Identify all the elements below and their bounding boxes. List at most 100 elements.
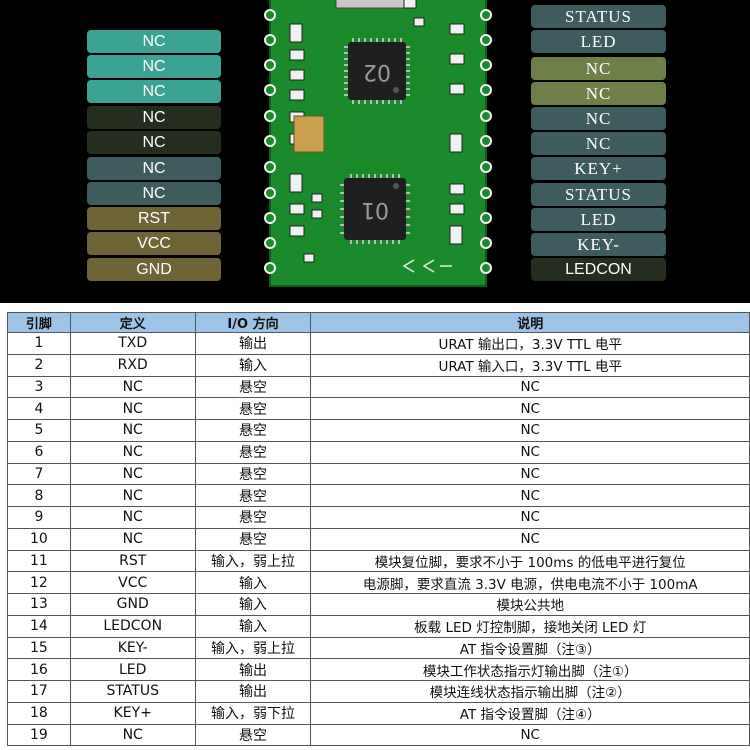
definition-cell: NC: [69, 506, 196, 529]
pin-number-cell: 8: [7, 484, 71, 507]
description-cell: URAT 输入口，3.3V TTL 电平: [310, 353, 750, 377]
header-description: 说明: [310, 312, 750, 333]
module-diagram: NC NC NC NC NC NC NC RST VCC GND STATUS LED NC NC NC N…: [0, 0, 750, 303]
left-pin-label: NC: [87, 30, 221, 53]
right-pin-label: LEDCON: [531, 258, 666, 281]
table-row: 17 STATUS 输出 模块连线状态指示输出脚（注②）: [7, 680, 750, 703]
description-cell: NC: [310, 723, 750, 747]
description-cell: AT 指令设置脚（注③）: [310, 636, 750, 660]
definition-cell: GND: [69, 593, 196, 616]
io-direction-cell: 悬空: [194, 506, 312, 529]
pin-number-cell: 15: [7, 636, 71, 660]
header-pin: 引脚: [7, 312, 71, 333]
pin-definition-table: 引脚 定义 I/O 方向 说明 1 TXD 输出 URAT 输出口，3.3V TTL …: [7, 312, 750, 747]
right-pin-label: NC: [531, 82, 666, 105]
right-pin-label: LED: [531, 208, 666, 231]
left-pin-label: NC: [87, 55, 221, 78]
right-pin-label: KEY-: [531, 233, 666, 256]
definition-cell: NC: [69, 484, 196, 507]
definition-cell: KEY-: [69, 636, 196, 660]
bluetooth-module-pcb: 02 01: [264, 0, 492, 287]
table-row: 4 NC 悬空 NC: [7, 397, 750, 420]
io-direction-cell: 输入: [194, 593, 312, 616]
pin-number-cell: 12: [7, 571, 71, 594]
definition-cell: LED: [69, 658, 196, 681]
table-row: 1 TXD 输出 URAT 输出口，3.3V TTL 电平: [7, 332, 750, 355]
io-direction-cell: 悬空: [194, 723, 312, 747]
left-pin-label: VCC: [87, 232, 221, 255]
io-direction-cell: 悬空: [194, 440, 312, 464]
io-direction-cell: 悬空: [194, 375, 312, 399]
pin-number-cell: 1: [7, 332, 71, 355]
pin-number-cell: 17: [7, 680, 71, 703]
right-pin-label: LED: [531, 30, 666, 53]
table-row: 6 NC 悬空 NC: [7, 440, 750, 464]
io-direction-cell: 输入: [194, 571, 312, 594]
description-cell: NC: [310, 484, 750, 507]
pin-number-cell: 9: [7, 506, 71, 529]
left-pin-label: NC: [87, 106, 221, 129]
description-cell: 模块复位脚，要求不小于 100ms 的低电平进行复位: [310, 549, 750, 573]
table-header-row: 引脚 定义 I/O 方向 说明: [7, 312, 750, 333]
definition-cell: RXD: [69, 353, 196, 377]
left-pin-label: GND: [87, 258, 221, 281]
definition-cell: NC: [69, 397, 196, 420]
left-pin-label: NC: [87, 157, 221, 180]
description-cell: NC: [310, 440, 750, 464]
table-row: 11 RST 输入，弱上拉 模块复位脚，要求不小于 100ms 的低电平进行复位: [7, 549, 750, 573]
right-pin-label: STATUS: [531, 183, 666, 206]
table-row: 15 KEY- 输入，弱上拉 AT 指令设置脚（注③）: [7, 636, 750, 660]
description-cell: NC: [310, 506, 750, 529]
description-cell: 板载 LED 灯控制脚，接地关闭 LED 灯: [310, 614, 750, 638]
table-row: 7 NC 悬空 NC: [7, 462, 750, 486]
io-direction-cell: 输出: [194, 658, 312, 681]
description-cell: NC: [310, 419, 750, 442]
right-pin-label: NC: [531, 57, 666, 80]
io-direction-cell: 悬空: [194, 397, 312, 420]
left-pin-label: NC: [87, 182, 221, 205]
io-direction-cell: 输入，弱上拉: [194, 549, 312, 573]
pin-number-cell: 16: [7, 658, 71, 681]
io-direction-cell: 输出: [194, 332, 312, 355]
pin-number-cell: 2: [7, 353, 71, 377]
table-row: 2 RXD 输入 URAT 输入口，3.3V TTL 电平: [7, 353, 750, 377]
table-row: 14 LEDCON 输入 板载 LED 灯控制脚，接地关闭 LED 灯: [7, 614, 750, 638]
description-cell: 模块连线状态指示输出脚（注②）: [310, 680, 750, 703]
io-direction-cell: 悬空: [194, 527, 312, 551]
pin-number-cell: 11: [7, 549, 71, 573]
io-direction-cell: 输入，弱下拉: [194, 701, 312, 725]
definition-cell: NC: [69, 527, 196, 551]
left-pin-label: NC: [87, 80, 221, 103]
right-pin-label: KEY+: [531, 157, 666, 180]
definition-cell: NC: [69, 375, 196, 399]
header-io-direction: I/O 方向: [194, 312, 312, 333]
right-pin-label: STATUS: [531, 5, 666, 28]
definition-cell: NC: [69, 440, 196, 464]
description-cell: 电源脚，要求直流 3.3V 电源，供电电流不小于 100mA: [310, 571, 750, 594]
left-pin-label: NC: [87, 131, 221, 154]
description-cell: URAT 输出口，3.3V TTL 电平: [310, 332, 750, 355]
chip-02: 02: [344, 38, 410, 104]
description-cell: AT 指令设置脚（注④）: [310, 701, 750, 725]
pin-number-cell: 6: [7, 440, 71, 464]
header-definition: 定义: [69, 312, 196, 333]
description-cell: NC: [310, 375, 750, 399]
io-direction-cell: 悬空: [194, 484, 312, 507]
right-pin-label: NC: [531, 107, 666, 130]
description-cell: NC: [310, 527, 750, 551]
description-cell: NC: [310, 462, 750, 486]
io-direction-cell: 悬空: [194, 462, 312, 486]
definition-cell: NC: [69, 462, 196, 486]
definition-cell: TXD: [69, 332, 196, 355]
io-direction-cell: 输入，弱上拉: [194, 636, 312, 660]
table-row: 13 GND 输入 模块公共地: [7, 593, 750, 616]
pin-number-cell: 5: [7, 419, 71, 442]
definition-cell: RST: [69, 549, 196, 573]
description-cell: NC: [310, 397, 750, 420]
definition-cell: LEDCON: [69, 614, 196, 638]
definition-cell: KEY+: [69, 701, 196, 725]
table-row: 16 LED 输出 模块工作状态指示灯输出脚（注①）: [7, 658, 750, 681]
chip-01: 01: [340, 174, 410, 244]
pin-number-cell: 3: [7, 375, 71, 399]
table-row: 12 VCC 输入 电源脚，要求直流 3.3V 电源，供电电流不小于 100mA: [7, 571, 750, 594]
